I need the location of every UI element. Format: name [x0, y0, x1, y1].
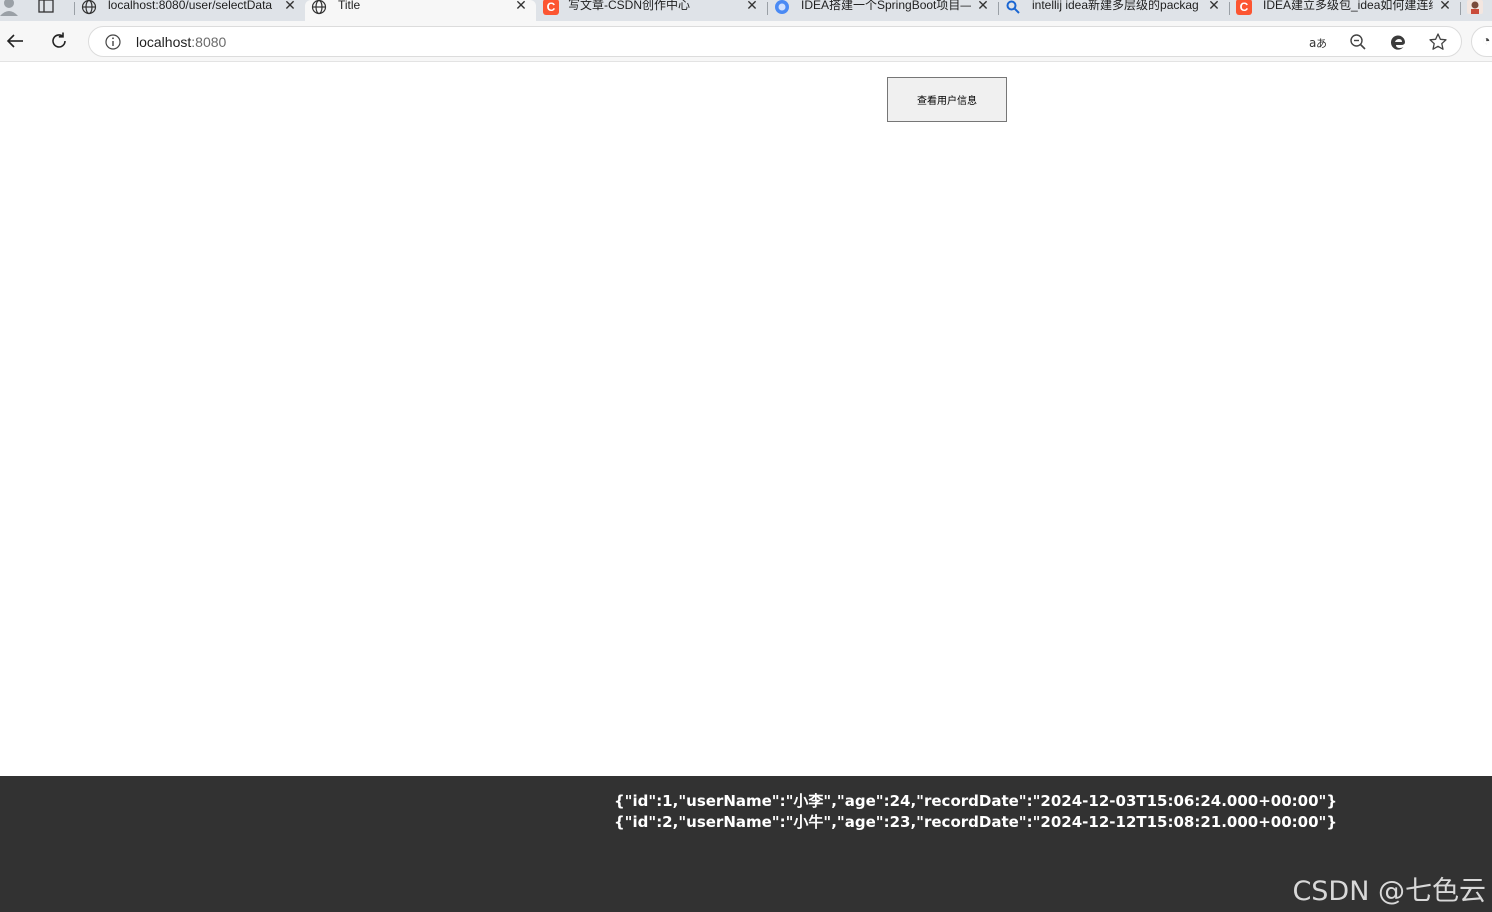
- close-icon[interactable]: ✕: [976, 0, 990, 12]
- tab-title[interactable]: Title ✕: [305, 0, 536, 21]
- copilot-icon: ◔: [1482, 32, 1491, 48]
- view-user-info-button[interactable]: 查看用户信息: [887, 77, 1007, 122]
- csdn-icon: C: [1236, 0, 1252, 15]
- avatar-icon[interactable]: [1467, 0, 1483, 14]
- url-port: :8080: [191, 34, 227, 50]
- tab-label: intellij idea新建多层级的packag: [1032, 0, 1199, 12]
- globe-icon: [81, 0, 97, 15]
- url-host: localhost: [136, 34, 192, 50]
- address-url[interactable]: localhost:8080: [136, 34, 226, 50]
- result-line: {"id":1,"userName":"小李","age":24,"record…: [614, 792, 1338, 810]
- back-arrow-icon[interactable]: [4, 30, 26, 52]
- tab-localhost-selectdata[interactable]: localhost:8080/user/selectData ✕: [75, 0, 304, 21]
- tab-idea-springboot[interactable]: IDEA搭建一个SpringBoot项目— ✕: [768, 0, 998, 21]
- close-icon[interactable]: ✕: [745, 0, 759, 12]
- search-icon: [1006, 0, 1020, 14]
- address-bar[interactable]: localhost:8080 a あ: [88, 26, 1462, 57]
- browser-toolbar: localhost:8080 a あ ◔: [0, 21, 1492, 62]
- watermark: CSDN @七色云: [1292, 876, 1486, 907]
- profile-icon[interactable]: [0, 0, 20, 16]
- result-line: {"id":2,"userName":"小牛","age":23,"record…: [614, 813, 1338, 831]
- globe-icon: [311, 0, 327, 15]
- tab-idea-multilevel[interactable]: C IDEA建立多级包_idea如何建连续 ✕: [1230, 0, 1460, 21]
- tab-label: localhost:8080/user/selectData: [108, 0, 273, 12]
- reload-icon[interactable]: [48, 30, 70, 52]
- csdn-icon: C: [543, 0, 559, 15]
- tab-label: IDEA搭建一个SpringBoot项目—: [801, 0, 971, 12]
- site-info-icon[interactable]: [104, 33, 122, 51]
- vertical-tabs-icon[interactable]: [38, 0, 54, 14]
- tab-label: 写文章-CSDN创作中心: [568, 0, 690, 12]
- tab-strip: localhost:8080/user/selectData ✕ Title ✕…: [0, 0, 1492, 21]
- tab-csdn-write[interactable]: C 写文章-CSDN创作中心 ✕: [537, 0, 767, 21]
- tab-label: IDEA建立多级包_idea如何建连续: [1263, 0, 1433, 12]
- translate-icon[interactable]: a あ: [1308, 32, 1328, 52]
- copilot-button[interactable]: ◔: [1471, 26, 1492, 57]
- blue-circle-icon: [775, 0, 789, 14]
- close-icon[interactable]: ✕: [283, 0, 297, 12]
- tab-label: Title: [338, 0, 361, 12]
- close-icon[interactable]: ✕: [1207, 0, 1221, 12]
- star-favorite-icon[interactable]: [1428, 32, 1448, 52]
- tab-separator: [1460, 2, 1461, 15]
- edge-icon[interactable]: [1388, 32, 1408, 52]
- tab-intellij-package[interactable]: intellij idea新建多层级的packag ✕: [999, 0, 1229, 21]
- svg-text:あ: あ: [1316, 37, 1327, 50]
- close-icon[interactable]: ✕: [514, 0, 528, 12]
- close-icon[interactable]: ✕: [1438, 0, 1452, 12]
- zoom-out-icon[interactable]: [1348, 32, 1368, 52]
